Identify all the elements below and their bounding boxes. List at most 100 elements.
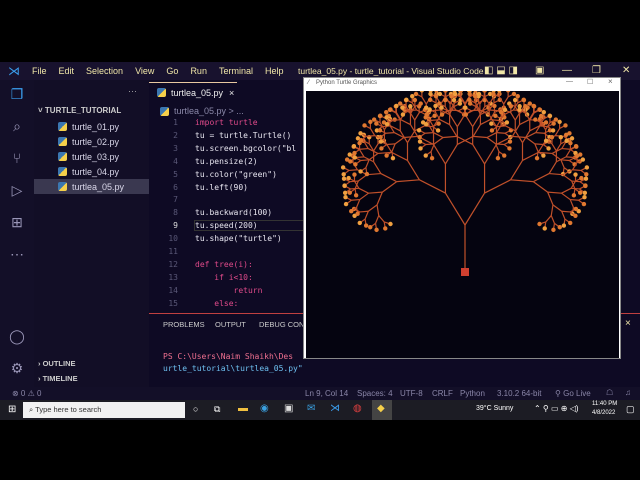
- turtle-close-button[interactable]: ×: [608, 77, 613, 86]
- code-line: tu.screen.bgcolor("bl: [195, 144, 296, 153]
- turtle-minimize-button[interactable]: —: [566, 78, 573, 85]
- taskbar-search-box[interactable]: ⌕ Type here to search: [23, 402, 185, 418]
- folder-header[interactable]: ˅ TURTLE_TUTORIAL: [38, 106, 121, 115]
- file-item[interactable]: turtle_01.py: [34, 119, 149, 134]
- app-icon[interactable]: ◍: [353, 403, 362, 414]
- file-name: turtle_01.py: [72, 122, 119, 132]
- edge-icon[interactable]: ◉: [260, 403, 269, 414]
- activity-bar: ❐ ⌕ ⑂ ▷ ⊞ ⋯ ◯ ⚙: [0, 80, 34, 387]
- cursor-position[interactable]: Ln 9, Col 14: [305, 389, 348, 398]
- indentation[interactable]: Spaces: 4: [357, 389, 393, 398]
- menu-file[interactable]: File: [26, 66, 53, 76]
- source-control-icon[interactable]: ⑂: [8, 150, 26, 168]
- notifications-bell-icon[interactable]: ♫: [625, 388, 631, 397]
- turtle-maximize-button[interactable]: ☐: [587, 78, 593, 86]
- restore-button[interactable]: ❐: [592, 65, 601, 76]
- menu-help[interactable]: Help: [259, 66, 290, 76]
- tree-leaf: [352, 144, 356, 148]
- run-debug-icon[interactable]: ▷: [8, 182, 26, 200]
- tree-branch: [450, 115, 457, 127]
- panel-close-icon[interactable]: ×: [625, 318, 631, 329]
- file-item[interactable]: turtle_04.py: [34, 164, 149, 179]
- tree-leaf: [353, 155, 357, 159]
- tree-leaf: [424, 122, 428, 126]
- windows-start-icon[interactable]: ⊞: [8, 404, 16, 415]
- file-item-active[interactable]: turtlea_05.py: [34, 179, 149, 194]
- menu-edit[interactable]: Edit: [53, 66, 81, 76]
- tray-icons[interactable]: ⌃ ⚲ ▭ ⊕ ◁): [534, 404, 579, 413]
- file-item[interactable]: turtle_02.py: [34, 134, 149, 149]
- tab-problems[interactable]: PROBLEMS: [163, 320, 205, 329]
- tree-branch: [447, 110, 455, 111]
- menu-go[interactable]: Go: [160, 66, 184, 76]
- feedback-icon[interactable]: ☖: [606, 388, 613, 397]
- tree-leaf: [564, 139, 568, 143]
- window-title: turtlea_05.py - turtle_tutorial - Visual…: [298, 66, 484, 76]
- line-number: 1: [160, 118, 178, 127]
- tree-branch: [471, 110, 479, 111]
- tree-branch: [566, 157, 574, 158]
- python-interpreter[interactable]: 3.10.2 64-bit: [497, 389, 541, 398]
- tree-branch: [562, 149, 570, 150]
- tree-branch: [487, 133, 497, 138]
- tree-branch: [549, 162, 556, 174]
- layout-toggle-icon[interactable]: ◧ ⬓ ◨: [484, 65, 518, 76]
- file-item[interactable]: turtle_03.py: [34, 149, 149, 164]
- line-number: 2: [160, 131, 178, 140]
- menu-run[interactable]: Run: [184, 66, 213, 76]
- menu-view[interactable]: View: [129, 66, 160, 76]
- turtle-graphics-window[interactable]: ⁄ Python Turtle Graphics — ☐ ×: [303, 77, 621, 359]
- tree-branch: [392, 144, 395, 152]
- mail-icon[interactable]: ✉: [307, 403, 315, 414]
- clock-time[interactable]: 11:40 PM: [592, 401, 617, 407]
- more-actions-icon[interactable]: ···: [128, 86, 137, 96]
- language-mode[interactable]: Python: [460, 389, 485, 398]
- explorer-icon[interactable]: ❐: [8, 86, 26, 104]
- customize-layout-icon[interactable]: ▣: [535, 65, 544, 76]
- tree-leaf: [564, 133, 568, 137]
- cortana-icon[interactable]: ○: [193, 404, 198, 414]
- tab-close-icon[interactable]: ×: [229, 88, 234, 98]
- problems-count[interactable]: ⊗ 0 ⚠ 0: [12, 389, 41, 398]
- tree-leaf: [557, 120, 561, 124]
- weather[interactable]: 39°C Sunny: [476, 405, 513, 412]
- vscode-taskbar-icon[interactable]: ⋊: [330, 403, 340, 414]
- tab-output[interactable]: OUTPUT: [215, 320, 246, 329]
- outline-section[interactable]: › OUTLINE: [38, 359, 76, 368]
- more-icon[interactable]: ⋯: [8, 246, 26, 264]
- tree-leaf: [572, 193, 576, 197]
- tab-debug-console[interactable]: DEBUG CONS: [259, 320, 309, 329]
- notification-center-icon[interactable]: ▢: [626, 404, 635, 415]
- tree-branch: [497, 133, 505, 134]
- python-taskbar-icon[interactable]: ◆: [372, 400, 392, 420]
- python-file-icon: [58, 167, 67, 176]
- clock-date[interactable]: 4/8/2022: [592, 410, 615, 416]
- tree-branch: [546, 216, 551, 222]
- search-icon[interactable]: ⌕: [8, 118, 26, 136]
- store-icon[interactable]: ▣: [284, 403, 293, 414]
- timeline-section[interactable]: › TIMELINE: [38, 374, 78, 383]
- close-button[interactable]: ✕: [622, 65, 630, 76]
- go-live-button[interactable]: ⚲ Go Live: [555, 389, 591, 398]
- explorer-sidebar: ··· ˅ TURTLE_TUTORIAL turtle_01.py turtl…: [34, 80, 149, 387]
- tree-branch: [368, 205, 377, 211]
- tree-leaf: [581, 157, 585, 161]
- account-icon[interactable]: ◯: [8, 328, 26, 346]
- tree-branch: [535, 144, 543, 145]
- editor-tab[interactable]: turtlea_05.py ×: [149, 82, 237, 102]
- tree-branch: [395, 137, 404, 143]
- breadcrumb[interactable]: turtlea_05.py > ...: [160, 106, 244, 116]
- menu-terminal[interactable]: Terminal: [213, 66, 259, 76]
- tree-branch: [386, 133, 394, 134]
- file-explorer-icon[interactable]: ▬: [238, 403, 248, 414]
- tree-leaf: [358, 131, 362, 135]
- menu-selection[interactable]: Selection: [80, 66, 129, 76]
- settings-gear-icon[interactable]: ⚙: [8, 360, 26, 378]
- tree-branch: [465, 193, 485, 225]
- tree-leaf: [358, 221, 362, 225]
- line-ending[interactable]: CRLF: [432, 389, 453, 398]
- task-view-icon[interactable]: ⧉: [214, 404, 220, 415]
- minimize-button[interactable]: —: [562, 65, 572, 76]
- encoding[interactable]: UTF-8: [400, 389, 423, 398]
- extensions-icon[interactable]: ⊞: [8, 214, 26, 232]
